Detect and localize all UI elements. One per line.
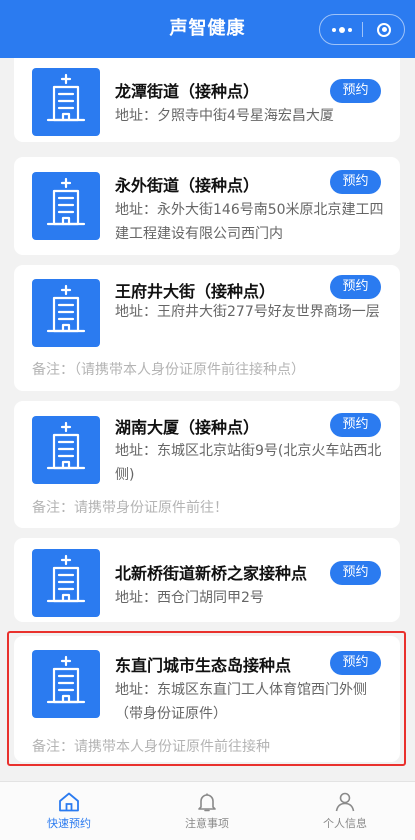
person-icon <box>335 792 355 812</box>
site-name: 龙潭街道（接种点） <box>115 82 260 101</box>
building-icon <box>32 279 100 347</box>
site-address: 地址：东城区北京站街9号(北京火车站西北侧) <box>115 443 382 483</box>
reserve-button[interactable]: 预约 <box>330 79 381 103</box>
vaccination-site-card[interactable]: 湖南大厦（接种点） 地址：东城区北京站街9号(北京火车站西北侧) 备注：请携带身… <box>14 401 400 528</box>
tab-label: 快速预约 <box>47 817 91 830</box>
more-menu-icon[interactable] <box>320 15 363 44</box>
building-icon <box>32 416 100 484</box>
vaccination-site-card[interactable]: 东直门城市生态岛接种点 地址：东城区东直门工人体育馆西门外侧（带身份证原件） 备… <box>14 636 400 762</box>
tab-bar: 快速预约 注意事项 个人信息 <box>0 781 415 840</box>
mini-program-capsule <box>319 14 405 45</box>
site-address: 地址：王府井大街277号好友世界商场一层 <box>115 304 380 320</box>
reserve-button[interactable]: 预约 <box>330 275 381 299</box>
building-icon <box>32 650 100 718</box>
tab-profile[interactable]: 个人信息 <box>276 782 414 840</box>
tab-notices[interactable]: 注意事项 <box>138 782 276 840</box>
site-note: 备注：（请携带本人身份证原件前往接种点） <box>32 362 305 378</box>
bell-icon <box>198 793 216 812</box>
site-name: 湖南大厦（接种点） <box>115 418 260 437</box>
tab-quick-booking[interactable]: 快速预约 <box>0 782 138 840</box>
vaccination-site-card[interactable]: 王府井大街（接种点） 地址：王府井大街277号好友世界商场一层 备注：（请携带本… <box>14 265 400 391</box>
building-icon <box>32 68 100 136</box>
home-icon <box>59 792 79 812</box>
site-note: 备注：请携带身份证原件前往！ <box>32 500 228 516</box>
nav-bar: 声智健康 <box>0 0 415 58</box>
site-note: 备注：请携带本人身份证原件前往接种 <box>32 739 270 755</box>
building-icon <box>32 549 100 617</box>
vaccination-site-card[interactable]: 永外街道（接种点） 地址：永外大街146号南50米原北京建工四建工程建设有限公司… <box>14 157 400 255</box>
site-name: 东直门城市生态岛接种点 <box>115 656 292 675</box>
site-name: 王府井大街（接种点） <box>115 282 276 301</box>
close-target-icon[interactable] <box>363 15 405 44</box>
reserve-button[interactable]: 预约 <box>330 413 381 437</box>
site-address: 地址：东城区东直门工人体育馆西门外侧（带身份证原件） <box>115 682 367 722</box>
building-icon <box>32 172 100 240</box>
reserve-button[interactable]: 预约 <box>330 170 381 194</box>
tab-label: 注意事项 <box>185 817 229 830</box>
site-address: 地址：夕照寺中街4号星海宏昌大厦 <box>115 108 334 124</box>
site-name: 北新桥街道新桥之家接种点 <box>115 564 308 583</box>
vaccination-site-card[interactable]: 龙潭街道（接种点） 地址：夕照寺中街4号星海宏昌大厦 预约 <box>14 58 400 142</box>
vaccination-site-card[interactable]: 北新桥街道新桥之家接种点 地址：西仓门胡同甲2号 预约 <box>14 538 400 622</box>
site-address: 地址：永外大街146号南50米原北京建工四建工程建设有限公司西门内 <box>115 202 384 242</box>
site-name: 永外街道（接种点） <box>115 176 260 195</box>
site-address: 地址：西仓门胡同甲2号 <box>115 590 264 606</box>
reserve-button[interactable]: 预约 <box>330 561 381 585</box>
reserve-button[interactable]: 预约 <box>330 651 381 675</box>
tab-label: 个人信息 <box>323 817 367 830</box>
